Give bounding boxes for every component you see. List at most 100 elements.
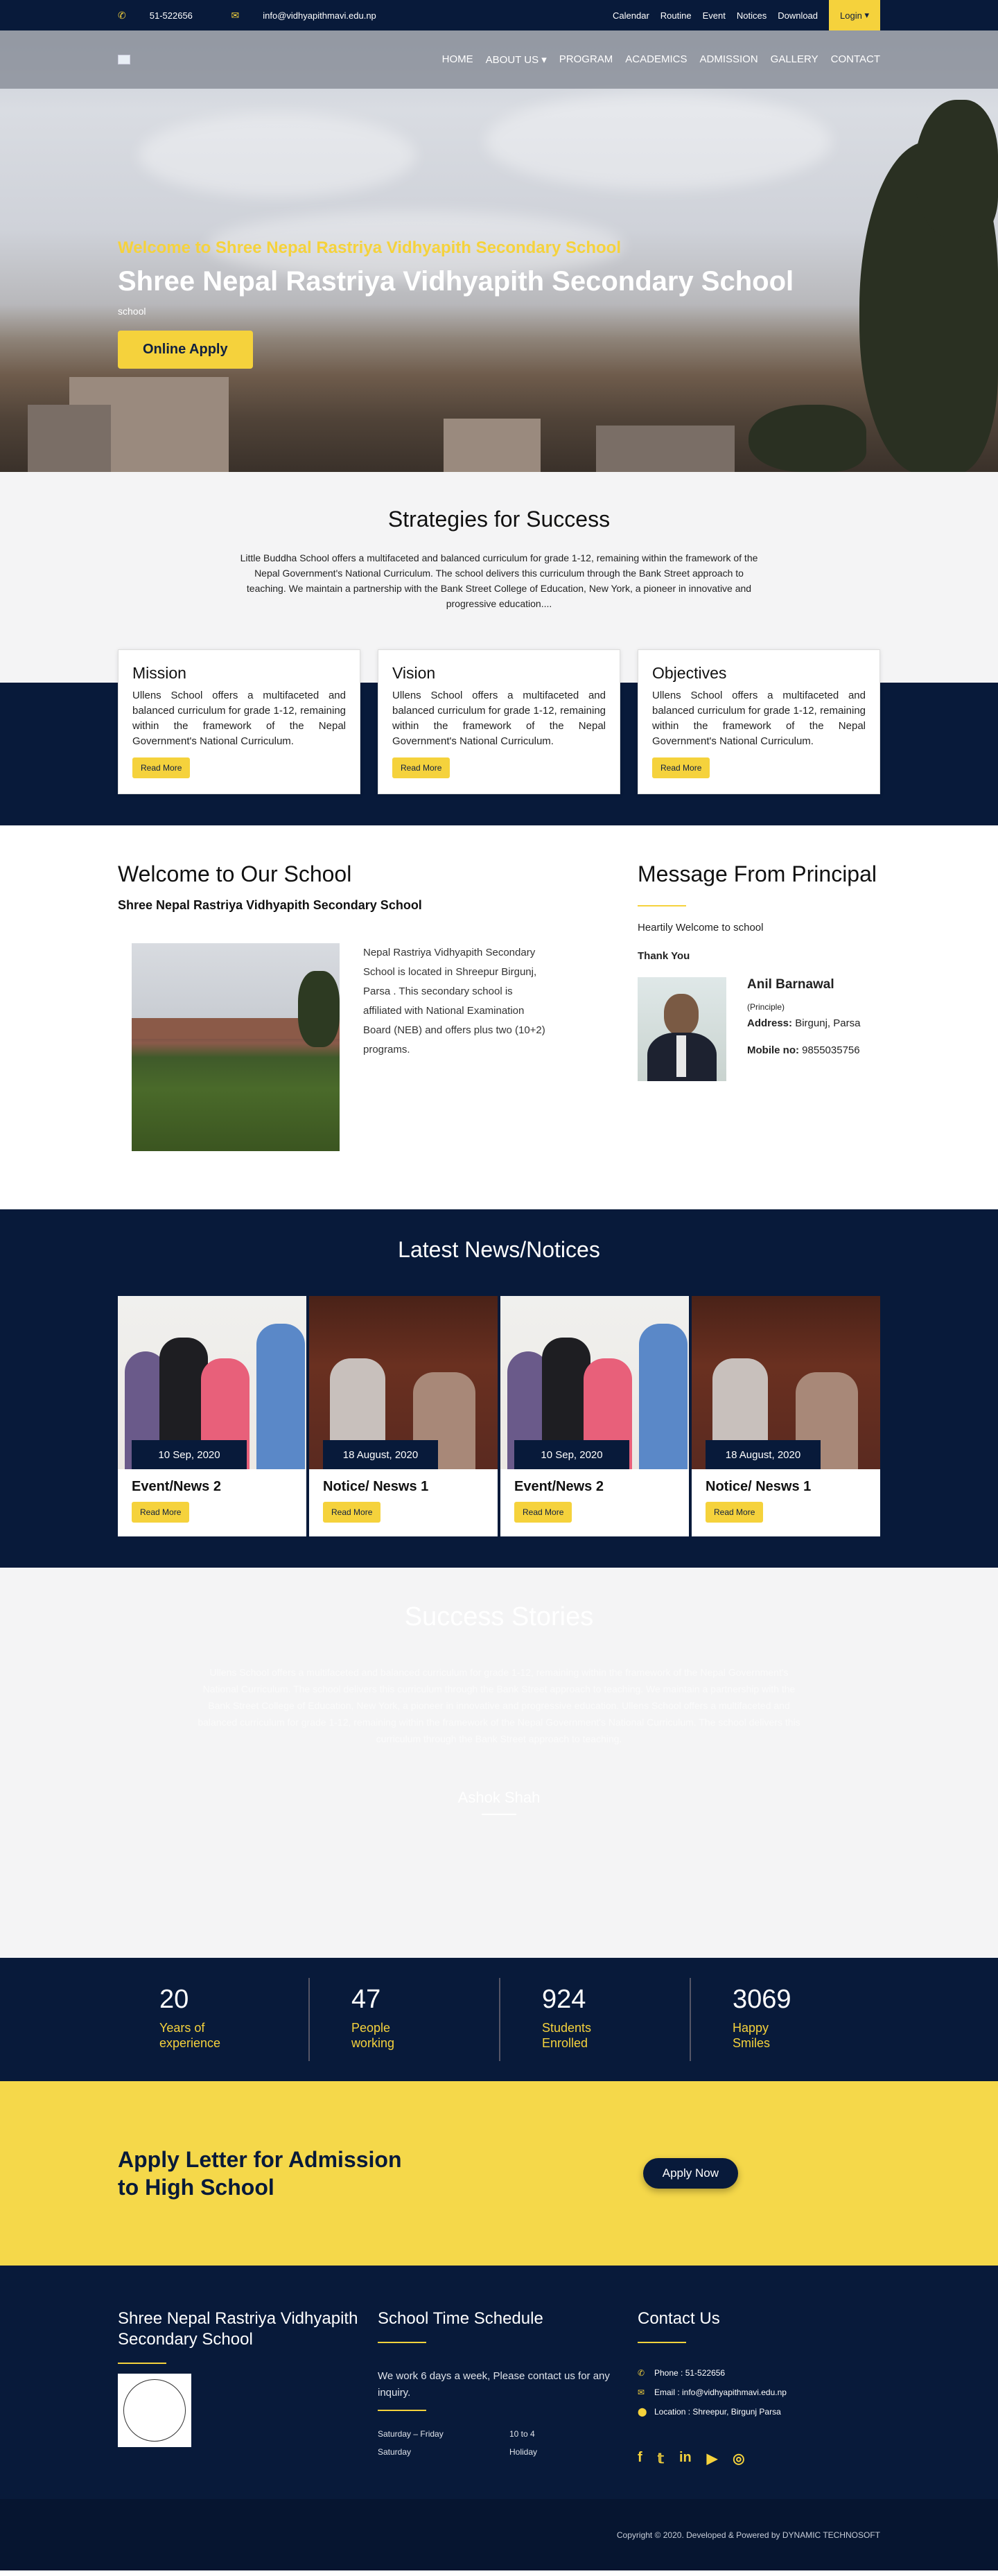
facebook-icon[interactable]: f	[638, 2450, 642, 2467]
counter-label: Years of experience	[159, 2021, 221, 2050]
title-underline	[118, 2363, 166, 2364]
success-text: Ullens School offers a multifaceted and …	[198, 1667, 800, 1744]
news-card[interactable]: 18 August, 2020 Notice/ Nesws 1 Read Mor…	[692, 1296, 880, 1536]
news-card[interactable]: 18 August, 2020 Notice/ Nesws 1 Read Mor…	[309, 1296, 498, 1536]
nav-admission[interactable]: ADMISSION	[699, 53, 758, 66]
title-underline	[638, 2342, 686, 2343]
top-link-download[interactable]: Download	[778, 10, 818, 21]
schedule-text: We work 6 days a week, Please contact us…	[378, 2370, 610, 2399]
news-image: 10 Sep, 2020	[500, 1296, 689, 1469]
caret-down-icon: ▾	[864, 10, 869, 20]
read-more-button[interactable]: Read More	[132, 1502, 190, 1523]
welcome-text: Nepal Rastriya Vidhyapith Secondary Scho…	[363, 947, 545, 1055]
news-date: 18 August, 2020	[706, 1440, 821, 1469]
principal-role: (Principle)	[747, 1002, 785, 1012]
counter-people: 47 People working	[308, 1978, 499, 2061]
read-more-button[interactable]: Read More	[392, 757, 450, 778]
youtube-icon[interactable]: ▶	[707, 2450, 717, 2467]
principal-name: Anil Barnawal	[747, 977, 834, 992]
location-icon: ⬤	[638, 2407, 647, 2417]
objectives-card: Objectives Ullens School offers a multif…	[638, 649, 880, 794]
apply-section: Apply Letter for Admission to High Schoo…	[0, 2081, 998, 2266]
principal-photo	[638, 977, 726, 1081]
contact-email[interactable]: ✉ Email : info@vidhyapithmavi.edu.np	[638, 2387, 880, 2397]
caret-down-icon: ▾	[541, 54, 547, 66]
counter-number: 47	[351, 1985, 381, 2014]
news-date: 18 August, 2020	[323, 1440, 438, 1469]
main-navbar: HOME ABOUT US ▾ PROGRAM ACADEMICS ADMISS…	[0, 30, 998, 89]
site-logo[interactable]	[118, 55, 130, 64]
principal-title: Message From Principal	[638, 861, 877, 886]
contact-phone[interactable]: ✆ Phone : 51-522656	[638, 2368, 880, 2378]
schedule-row: Saturday – Friday 10 to 4	[378, 2429, 535, 2439]
login-button[interactable]: Login ▾	[829, 0, 880, 30]
footer-logo	[118, 2374, 191, 2447]
copyright-text: Copyright © 2020. Developed & Powered by…	[616, 2530, 880, 2540]
top-link-event[interactable]: Event	[703, 10, 726, 21]
news-date: 10 Sep, 2020	[514, 1440, 629, 1469]
top-link-calendar[interactable]: Calendar	[613, 10, 649, 21]
title-underline	[378, 2342, 426, 2343]
news-heading: Notice/ Nesws 1	[323, 1479, 429, 1494]
schedule-title: School Time Schedule	[378, 2309, 543, 2328]
news-heading: Notice/ Nesws 1	[706, 1479, 812, 1494]
read-more-button[interactable]: Read More	[323, 1502, 381, 1523]
principal-thanks: Thank You	[638, 950, 690, 962]
card-text: Ullens School offers a multifaceted and …	[132, 690, 346, 747]
twitter-icon[interactable]: 𝕥	[658, 2450, 664, 2467]
schedule-list: Saturday – Friday 10 to 4 Saturday Holiday	[378, 2429, 620, 2457]
success-title: Success Stories	[404, 1602, 594, 1631]
counter-students: 924 Students Enrolled	[498, 1978, 690, 2061]
counter-number: 20	[159, 1985, 189, 2014]
footer-school-name: Shree Nepal Rastriya Vidhyapith Secondar…	[118, 2309, 358, 2349]
welcome-title: Welcome to Our School	[118, 861, 352, 886]
top-phone[interactable]: ✆ 51-522656	[118, 10, 211, 21]
top-link-routine[interactable]: Routine	[660, 10, 692, 21]
strategies-text: Little Buddha School offers a multifacet…	[240, 552, 758, 609]
mission-vision-band: Mission Ullens School offers a multiface…	[0, 649, 998, 825]
vision-card: Vision Ullens School offers a multifacet…	[378, 649, 620, 794]
author-underline	[482, 1814, 516, 1815]
top-bar: ✆ 51-522656 ✉ info@vidhyapithmavi.edu.np C…	[0, 0, 998, 30]
news-heading: Event/News 2	[132, 1479, 221, 1494]
nav-program[interactable]: PROGRAM	[559, 53, 613, 66]
mail-icon: ✉	[638, 2387, 645, 2397]
nav-gallery[interactable]: GALLERY	[771, 53, 818, 66]
nav-contact[interactable]: CONTACT	[831, 53, 880, 66]
news-card[interactable]: 10 Sep, 2020 Event/News 2 Read More	[118, 1296, 306, 1536]
counter-smiles: 3069 Happy Smiles	[689, 1978, 880, 2061]
linkedin-icon[interactable]: in	[679, 2450, 692, 2467]
mail-icon: ✉	[231, 9, 240, 21]
read-more-button[interactable]: Read More	[652, 757, 710, 778]
news-title: Latest News/Notices	[398, 1237, 600, 1262]
counter-number: 3069	[732, 1985, 791, 2014]
news-image: 10 Sep, 2020	[118, 1296, 306, 1469]
news-date: 10 Sep, 2020	[132, 1440, 247, 1469]
online-apply-button[interactable]: Online Apply	[118, 331, 253, 369]
news-card[interactable]: 10 Sep, 2020 Event/News 2 Read More	[500, 1296, 689, 1536]
nav-about-us[interactable]: ABOUT US ▾	[486, 53, 547, 66]
top-link-notices[interactable]: Notices	[737, 10, 767, 21]
read-more-button[interactable]: Read More	[706, 1502, 764, 1523]
read-more-button[interactable]: Read More	[514, 1502, 572, 1523]
success-author: Ashok Shah	[457, 1789, 541, 1806]
top-contact: ✆ 51-522656 ✉ info@vidhyapithmavi.edu.np	[118, 10, 412, 21]
hero-banner: HOME ABOUT US ▾ PROGRAM ACADEMICS ADMISS…	[0, 30, 998, 472]
top-email[interactable]: ✉ info@vidhyapithmavi.edu.np	[231, 10, 394, 21]
nav-academics[interactable]: ACADEMICS	[625, 53, 687, 66]
mobile-label: Mobile no:	[747, 1044, 799, 1056]
main-menu: HOME ABOUT US ▾ PROGRAM ACADEMICS ADMISS…	[430, 53, 880, 66]
counters-section: 20 Years of experience 47 People working…	[0, 1958, 998, 2081]
counter-label: Students Enrolled	[541, 2021, 592, 2050]
read-more-button[interactable]: Read More	[132, 757, 191, 778]
instagram-icon[interactable]: ◎	[733, 2450, 744, 2467]
principal-address: Birgunj, Parsa	[795, 1017, 861, 1029]
counter-label: People working	[351, 2021, 394, 2050]
nav-home[interactable]: HOME	[442, 53, 473, 66]
news-heading: Event/News 2	[514, 1479, 604, 1494]
counter-number: 924	[541, 1985, 586, 2014]
success-stories-section: Success Stories Ullens School offers a m…	[0, 1568, 998, 1958]
apply-now-button[interactable]: Apply Now	[642, 2158, 738, 2189]
news-image: 18 August, 2020	[309, 1296, 498, 1469]
social-links: f 𝕥 in ▶ ◎	[638, 2450, 880, 2467]
